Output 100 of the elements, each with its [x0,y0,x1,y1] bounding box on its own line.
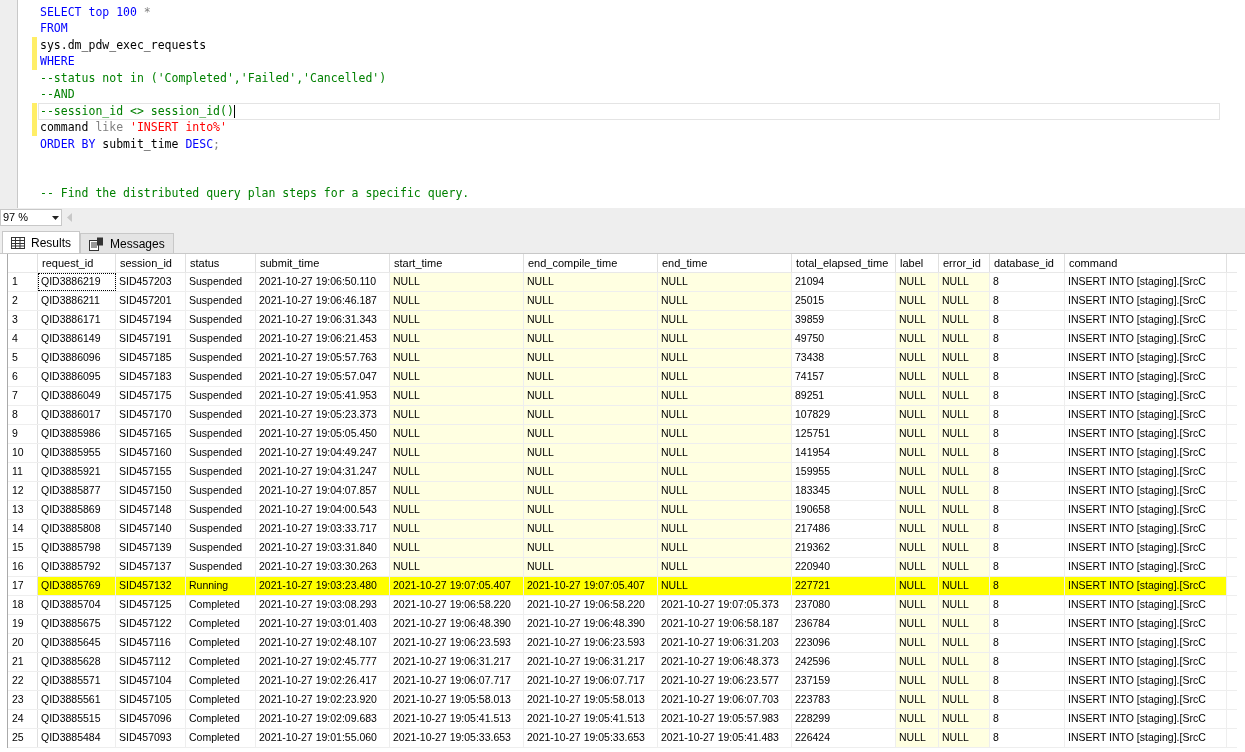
table-cell: 2021-10-27 19:05:58.013 [390,691,524,709]
column-header[interactable]: database_id [990,254,1065,272]
column-header[interactable]: error_id [939,254,990,272]
table-cell: 2021-10-27 19:05:33.653 [390,729,524,747]
table-cell: NULL [939,273,990,291]
table-cell: NULL [896,406,939,424]
table-cell: INSERT INTO [staging].[SrcC [1065,501,1227,519]
table-cell: NULL [896,539,939,557]
table-cell: QID3886096 [38,349,116,367]
table-cell: 2021-10-27 19:03:30.263 [256,558,390,576]
table-cell: 2021-10-27 19:05:58.013 [524,691,658,709]
table-cell: 141954 [792,444,896,462]
table-cell: 89251 [792,387,896,405]
table-cell: NULL [896,672,939,690]
table-cell: QID3885561 [38,691,116,709]
table-cell: NULL [896,729,939,747]
table-cell: 8 [990,311,1065,329]
column-header[interactable]: request_id [38,254,116,272]
table-cell: NULL [390,501,524,519]
table-cell: QID3885675 [38,615,116,633]
table-cell: NULL [658,387,792,405]
table-cell: NULL [524,463,658,481]
table-cell: INSERT INTO [staging].[SrcC [1065,615,1227,633]
table-cell: QID3885628 [38,653,116,671]
column-header[interactable]: status [186,254,256,272]
table-cell: SID457160 [116,444,186,462]
table-cell: 8 [990,615,1065,633]
table-cell: 8 [990,596,1065,614]
table-cell: 8 [990,634,1065,652]
table-cell: SID457155 [116,463,186,481]
table-cell: Suspended [186,444,256,462]
code-line: sys.dm_pdw_exec_requests [40,39,207,51]
table-cell: INSERT INTO [staging].[SrcC [1065,406,1227,424]
table-cell: NULL [390,482,524,500]
table-cell: INSERT INTO [staging].[SrcC [1065,691,1227,709]
table-cell: 2021-10-27 19:04:00.543 [256,501,390,519]
scroll-left-icon[interactable] [67,213,72,222]
table-cell: NULL [524,501,658,519]
table-cell: 2021-10-27 19:03:01.403 [256,615,390,633]
table-cell: SID457150 [116,482,186,500]
table-cell: 8 [990,729,1065,747]
table-cell: INSERT INTO [staging].[SrcC [1065,349,1227,367]
table-cell: SID457165 [116,425,186,443]
column-header[interactable]: session_id [116,254,186,272]
table-cell: NULL [939,463,990,481]
table-cell: 8 [990,710,1065,728]
table-cell: Completed [186,710,256,728]
code-line: SELECT top 100 * [40,6,151,18]
table-cell: Completed [186,672,256,690]
column-header[interactable]: submit_time [256,254,390,272]
table-cell: INSERT INTO [staging].[SrcC [1065,387,1227,405]
table-cell: 159955 [792,463,896,481]
table-cell: NULL [939,368,990,386]
table-cell: NULL [524,330,658,348]
column-header[interactable]: start_time [390,254,524,272]
table-cell: 2021-10-27 19:02:26.417 [256,672,390,690]
table-cell: NULL [896,710,939,728]
table-cell: NULL [524,558,658,576]
results-tab[interactable]: Results [2,231,80,253]
table-cell: NULL [658,463,792,481]
table-cell: Suspended [186,501,256,519]
table-cell: 2021-10-27 19:05:05.450 [256,425,390,443]
column-header[interactable]: total_elapsed_time [792,254,896,272]
table-cell: 2021-10-27 19:05:41.483 [658,729,792,747]
table-cell: 2021-10-27 19:03:23.480 [256,577,390,595]
table-cell: 2021-10-27 19:06:58.187 [658,615,792,633]
table-cell: NULL [524,311,658,329]
table-cell: INSERT INTO [staging].[SrcC [1065,596,1227,614]
table-cell: NULL [939,292,990,310]
table-cell: NULL [896,368,939,386]
table-cell: INSERT INTO [staging].[SrcC [1065,539,1227,557]
table-cell: INSERT INTO [staging].[SrcC [1065,577,1227,595]
code-line: --AND [40,89,75,101]
column-header[interactable]: end_time [658,254,792,272]
table-cell: NULL [658,311,792,329]
table-cell: NULL [939,444,990,462]
zoom-dropdown[interactable]: 97 % [0,209,62,226]
table-cell: 2021-10-27 19:02:09.683 [256,710,390,728]
text-caret [233,104,235,118]
table-cell: 237159 [792,672,896,690]
table-cell: QID3886095 [38,368,116,386]
table-cell: INSERT INTO [staging].[SrcC [1065,368,1227,386]
table-cell: 8 [990,558,1065,576]
table-cell: 2021-10-27 19:06:31.203 [658,634,792,652]
table-cell: 8 [990,672,1065,690]
table-cell: SID457105 [116,691,186,709]
table-cell: QID3886017 [38,406,116,424]
table-cell: 8 [990,444,1065,462]
table-cell: SID457194 [116,311,186,329]
column-header[interactable]: label [896,254,939,272]
table-cell: 125751 [792,425,896,443]
table-cell: 2021-10-27 19:05:41.513 [390,710,524,728]
table-cell: INSERT INTO [staging].[SrcC [1065,710,1227,728]
table-cell: 2021-10-27 19:06:23.593 [390,634,524,652]
table-cell: NULL [939,482,990,500]
column-header[interactable]: command [1065,254,1227,272]
column-header[interactable]: end_compile_time [524,254,658,272]
table-cell: 2021-10-27 19:05:41.953 [256,387,390,405]
table-cell: 2021-10-27 19:06:31.343 [256,311,390,329]
results-tab[interactable]: Messages [80,233,174,253]
